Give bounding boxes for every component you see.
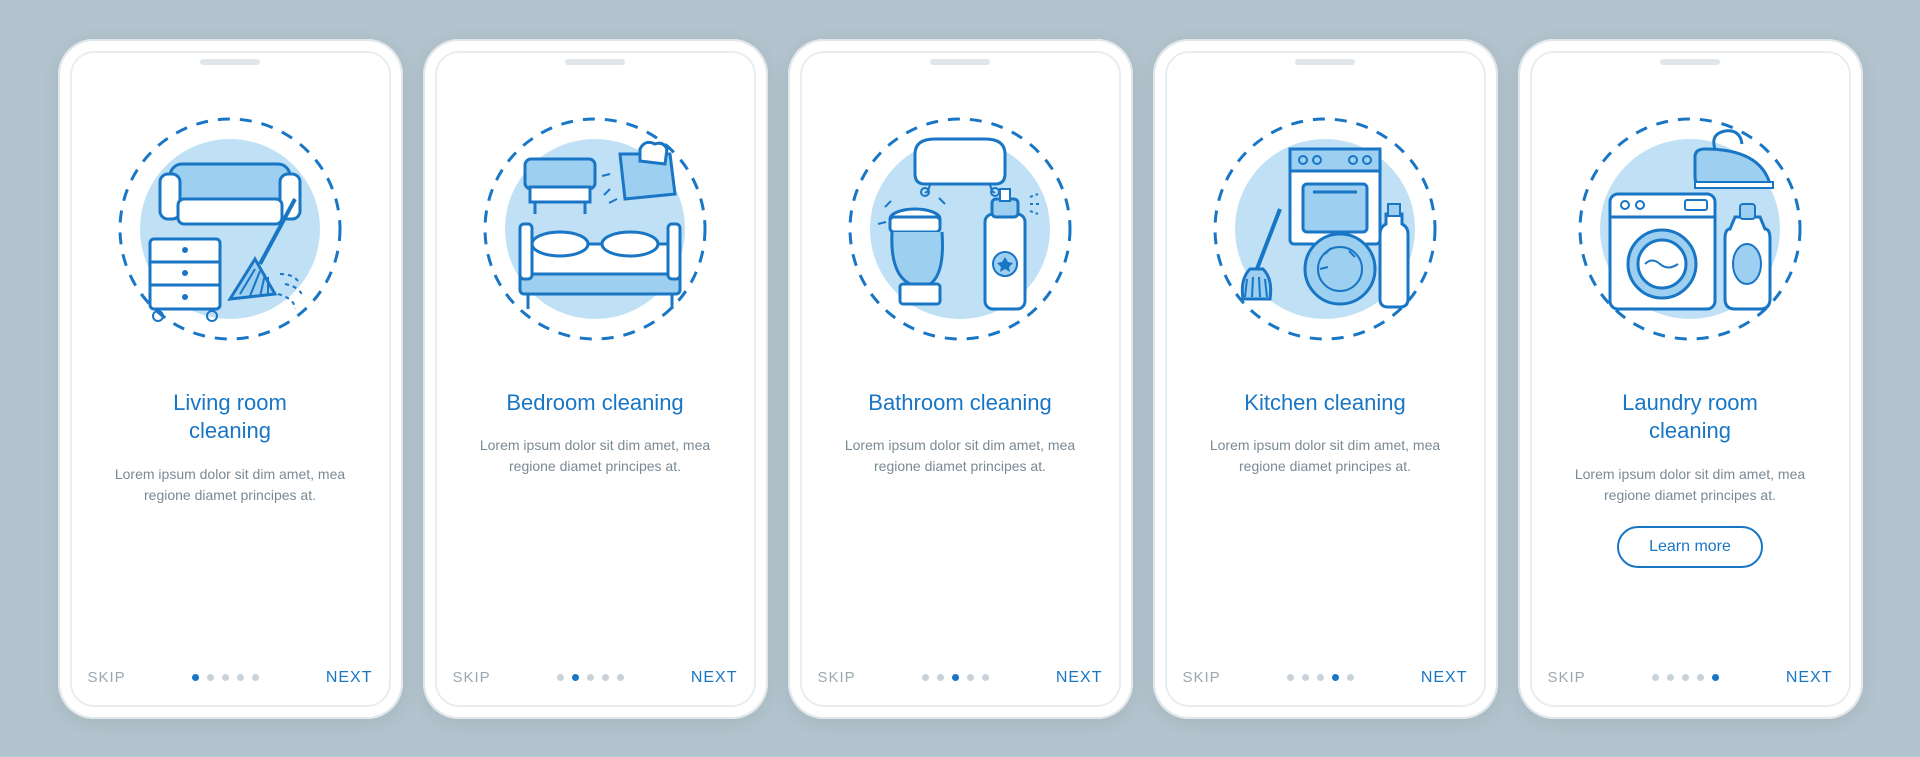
dot (937, 674, 944, 681)
dot (557, 674, 564, 681)
phone-speaker (565, 59, 625, 65)
onboarding-footer: SKIP NEXT (453, 669, 738, 687)
dot (1302, 674, 1309, 681)
dot (252, 674, 259, 681)
dot (572, 674, 579, 681)
screen-description: Lorem ipsum dolor sit dim amet, mea regi… (830, 435, 1090, 477)
onboarding-footer: SKIP NEXT (1548, 669, 1833, 687)
learn-more-button[interactable]: Learn more (1617, 526, 1763, 568)
onboarding-screen-1: Living room cleaning Lorem ipsum dolor s… (58, 39, 403, 719)
dot (617, 674, 624, 681)
skip-button[interactable]: SKIP (453, 669, 491, 686)
bathroom-icon (830, 99, 1090, 359)
dot (1697, 674, 1704, 681)
dot (1317, 674, 1324, 681)
dot (982, 674, 989, 681)
dot (602, 674, 609, 681)
dot (192, 674, 199, 681)
screen-title: Bathroom cleaning (868, 389, 1051, 418)
kitchen-icon (1195, 99, 1455, 359)
skip-button[interactable]: SKIP (1183, 669, 1221, 686)
skip-button[interactable]: SKIP (88, 669, 126, 686)
dot (587, 674, 594, 681)
screen-title: Bedroom cleaning (506, 389, 683, 418)
next-button[interactable]: NEXT (1786, 669, 1833, 687)
dot (1667, 674, 1674, 681)
page-indicator (557, 674, 624, 681)
onboarding-screen-5: Laundry room cleaning Lorem ipsum dolor … (1518, 39, 1863, 719)
laundry-icon (1560, 99, 1820, 359)
onboarding-footer: SKIP NEXT (818, 669, 1103, 687)
screen-title: Laundry room cleaning (1590, 389, 1790, 446)
phone-speaker (930, 59, 990, 65)
dot (952, 674, 959, 681)
screen-title: Living room cleaning (130, 389, 330, 446)
onboarding-footer: SKIP NEXT (88, 669, 373, 687)
dot (967, 674, 974, 681)
skip-button[interactable]: SKIP (1548, 669, 1586, 686)
page-indicator (192, 674, 259, 681)
dot (222, 674, 229, 681)
screen-title: Kitchen cleaning (1244, 389, 1405, 418)
page-indicator (1287, 674, 1354, 681)
dot (1682, 674, 1689, 681)
screen-description: Lorem ipsum dolor sit dim amet, mea regi… (1195, 435, 1455, 477)
screen-description: Lorem ipsum dolor sit dim amet, mea regi… (465, 435, 725, 477)
screen-description: Lorem ipsum dolor sit dim amet, mea regi… (100, 464, 360, 506)
dot (207, 674, 214, 681)
dot (1287, 674, 1294, 681)
phone-speaker (1660, 59, 1720, 65)
next-button[interactable]: NEXT (1056, 669, 1103, 687)
phone-speaker (200, 59, 260, 65)
dot (1347, 674, 1354, 681)
dot (1712, 674, 1719, 681)
next-button[interactable]: NEXT (691, 669, 738, 687)
next-button[interactable]: NEXT (326, 669, 373, 687)
dot (237, 674, 244, 681)
page-indicator (922, 674, 989, 681)
dot (1652, 674, 1659, 681)
skip-button[interactable]: SKIP (818, 669, 856, 686)
onboarding-screen-2: Bedroom cleaning Lorem ipsum dolor sit d… (423, 39, 768, 719)
onboarding-screen-4: Kitchen cleaning Lorem ipsum dolor sit d… (1153, 39, 1498, 719)
phone-speaker (1295, 59, 1355, 65)
dot (1332, 674, 1339, 681)
living-room-icon (100, 99, 360, 359)
page-indicator (1652, 674, 1719, 681)
screen-description: Lorem ipsum dolor sit dim amet, mea regi… (1560, 464, 1820, 506)
onboarding-screen-3: Bathroom cleaning Lorem ipsum dolor sit … (788, 39, 1133, 719)
bedroom-icon (465, 99, 725, 359)
onboarding-footer: SKIP NEXT (1183, 669, 1468, 687)
dot (922, 674, 929, 681)
next-button[interactable]: NEXT (1421, 669, 1468, 687)
